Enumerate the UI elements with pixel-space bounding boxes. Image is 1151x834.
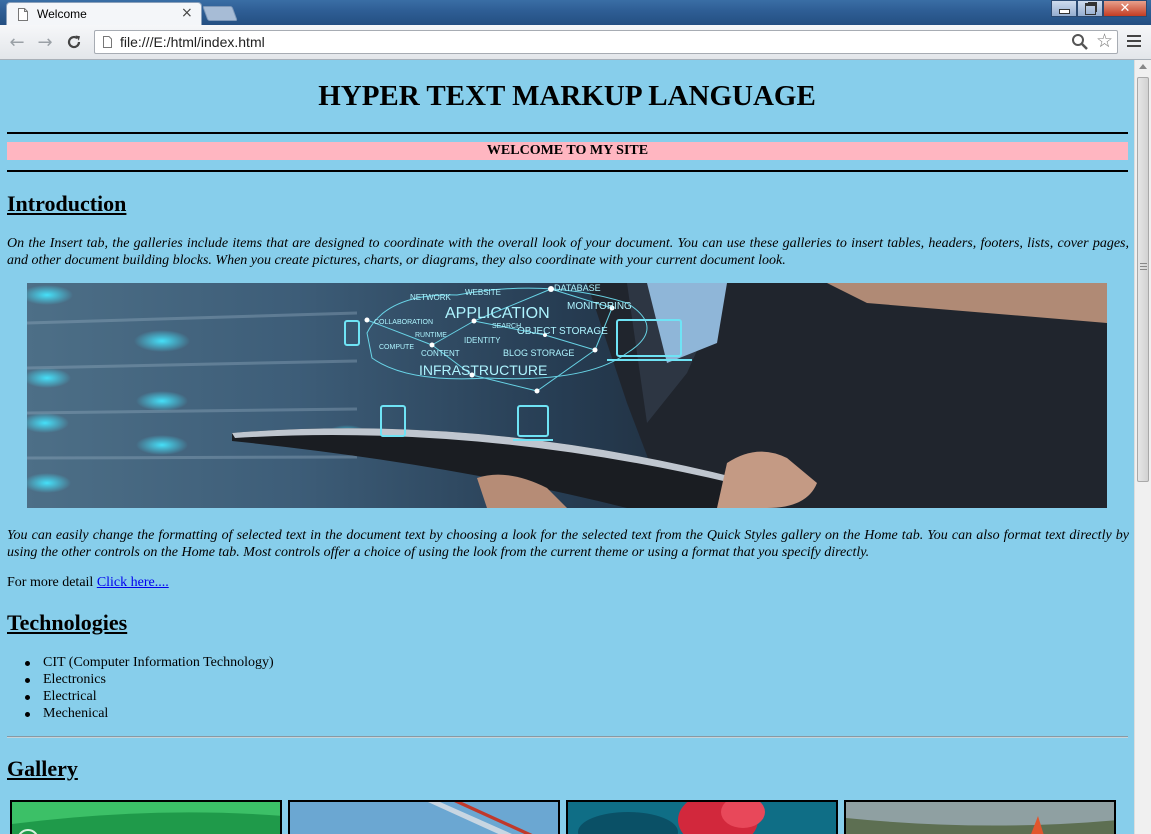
forward-arrow-icon: → (37, 31, 53, 53)
star-icon[interactable]: ☆ (1096, 30, 1113, 52)
menu-icon[interactable] (1127, 35, 1141, 47)
close-window-button[interactable]: ✕ (1103, 0, 1147, 17)
gallery-image-2[interactable] (288, 800, 560, 834)
gallery-thumbnail (290, 802, 558, 834)
page-icon (18, 8, 28, 21)
gallery-image-3[interactable] (566, 800, 838, 834)
intro-paragraph: On the Insert tab, the galleries include… (7, 236, 1129, 268)
tab-title: Welcome (37, 7, 87, 21)
image-label: APPLICATION (445, 305, 550, 322)
image-label: NETWORK (410, 293, 452, 302)
horizontal-rule (7, 132, 1128, 134)
url-text[interactable]: file:///E:/html/index.html (120, 34, 265, 50)
reload-icon (67, 35, 81, 49)
scrollbar-thumb[interactable] (1137, 77, 1149, 482)
image-label: CONTENT (421, 349, 460, 358)
list-item: Electronics (25, 671, 274, 688)
grip-icon (1140, 263, 1147, 270)
image-label: MONITORING (567, 301, 632, 312)
restore-icon (1084, 2, 1096, 15)
image-label: IDENTITY (464, 336, 501, 345)
horizontal-rule (7, 170, 1128, 172)
technologies-heading: Technologies (7, 610, 128, 635)
image-label: WEBSITE (465, 288, 501, 297)
gallery-grid (10, 800, 1122, 834)
scroll-up-arrow-icon[interactable] (1139, 64, 1147, 69)
introduction-heading: Introduction (7, 191, 127, 216)
page-icon (103, 36, 112, 48)
back-arrow-icon: ← (9, 31, 25, 53)
image-label: DATABASE (554, 283, 601, 293)
tab-welcome[interactable]: Welcome × (6, 2, 202, 25)
new-tab-button[interactable] (202, 6, 238, 21)
address-bar[interactable]: file:///E:/html/index.html ☆ (94, 30, 1118, 54)
gallery-image-4[interactable] (844, 800, 1116, 834)
click-here-link[interactable]: Click here.... (97, 575, 169, 590)
hero-image: NETWORK WEBSITE DATABASE APPLICATION MON… (27, 283, 1107, 508)
welcome-banner: WELCOME TO MY SITE (7, 142, 1128, 160)
minimize-icon (1058, 9, 1070, 14)
list-item: CIT (Computer Information Technology) (25, 655, 274, 670)
search-icon[interactable] (1071, 33, 1089, 51)
forward-button[interactable]: → (34, 31, 56, 53)
image-label: RUNTIME (415, 332, 447, 339)
page-content: HYPER TEXT MARKUP LANGUAGE WELCOME TO MY… (0, 60, 1134, 834)
list-item: Mechenical (25, 705, 274, 722)
gallery-thumbnail (12, 802, 280, 834)
window-controls: ✕ (1051, 0, 1147, 17)
minimize-button[interactable] (1051, 0, 1077, 17)
horizontal-rule (7, 736, 1128, 738)
page-title: HYPER TEXT MARKUP LANGUAGE (318, 80, 816, 112)
restore-button[interactable] (1077, 0, 1103, 17)
image-label: BLOG STORAGE (503, 348, 574, 358)
tab-close-icon[interactable]: × (181, 5, 193, 21)
back-button[interactable]: ← (6, 31, 28, 53)
technologies-list: CIT (Computer Information Technology) El… (25, 654, 274, 722)
gallery-image-1[interactable] (10, 800, 282, 834)
browser-toolbar: ← → file:///E:/html/index.html ☆ (0, 25, 1151, 60)
gallery-heading: Gallery (7, 756, 78, 781)
close-icon: ✕ (1119, 1, 1131, 16)
more-detail-label: For more detail (7, 575, 94, 590)
image-label: INFRASTRUCTURE (419, 362, 547, 378)
list-item: Electrical (25, 688, 274, 705)
gallery-thumbnail (568, 802, 836, 834)
reload-button[interactable] (63, 31, 85, 53)
image-label: OBJECT STORAGE (517, 326, 608, 337)
more-detail: For more detail Click here.... (7, 575, 169, 591)
image-label: COMPUTE (379, 344, 414, 351)
vertical-scrollbar[interactable] (1134, 60, 1151, 834)
image-label: COLLABORATION (374, 319, 433, 326)
window-titlebar: Welcome × ✕ (0, 0, 1151, 25)
gallery-thumbnail (846, 802, 1114, 834)
formatting-paragraph: You can easily change the formatting of … (7, 528, 1129, 560)
